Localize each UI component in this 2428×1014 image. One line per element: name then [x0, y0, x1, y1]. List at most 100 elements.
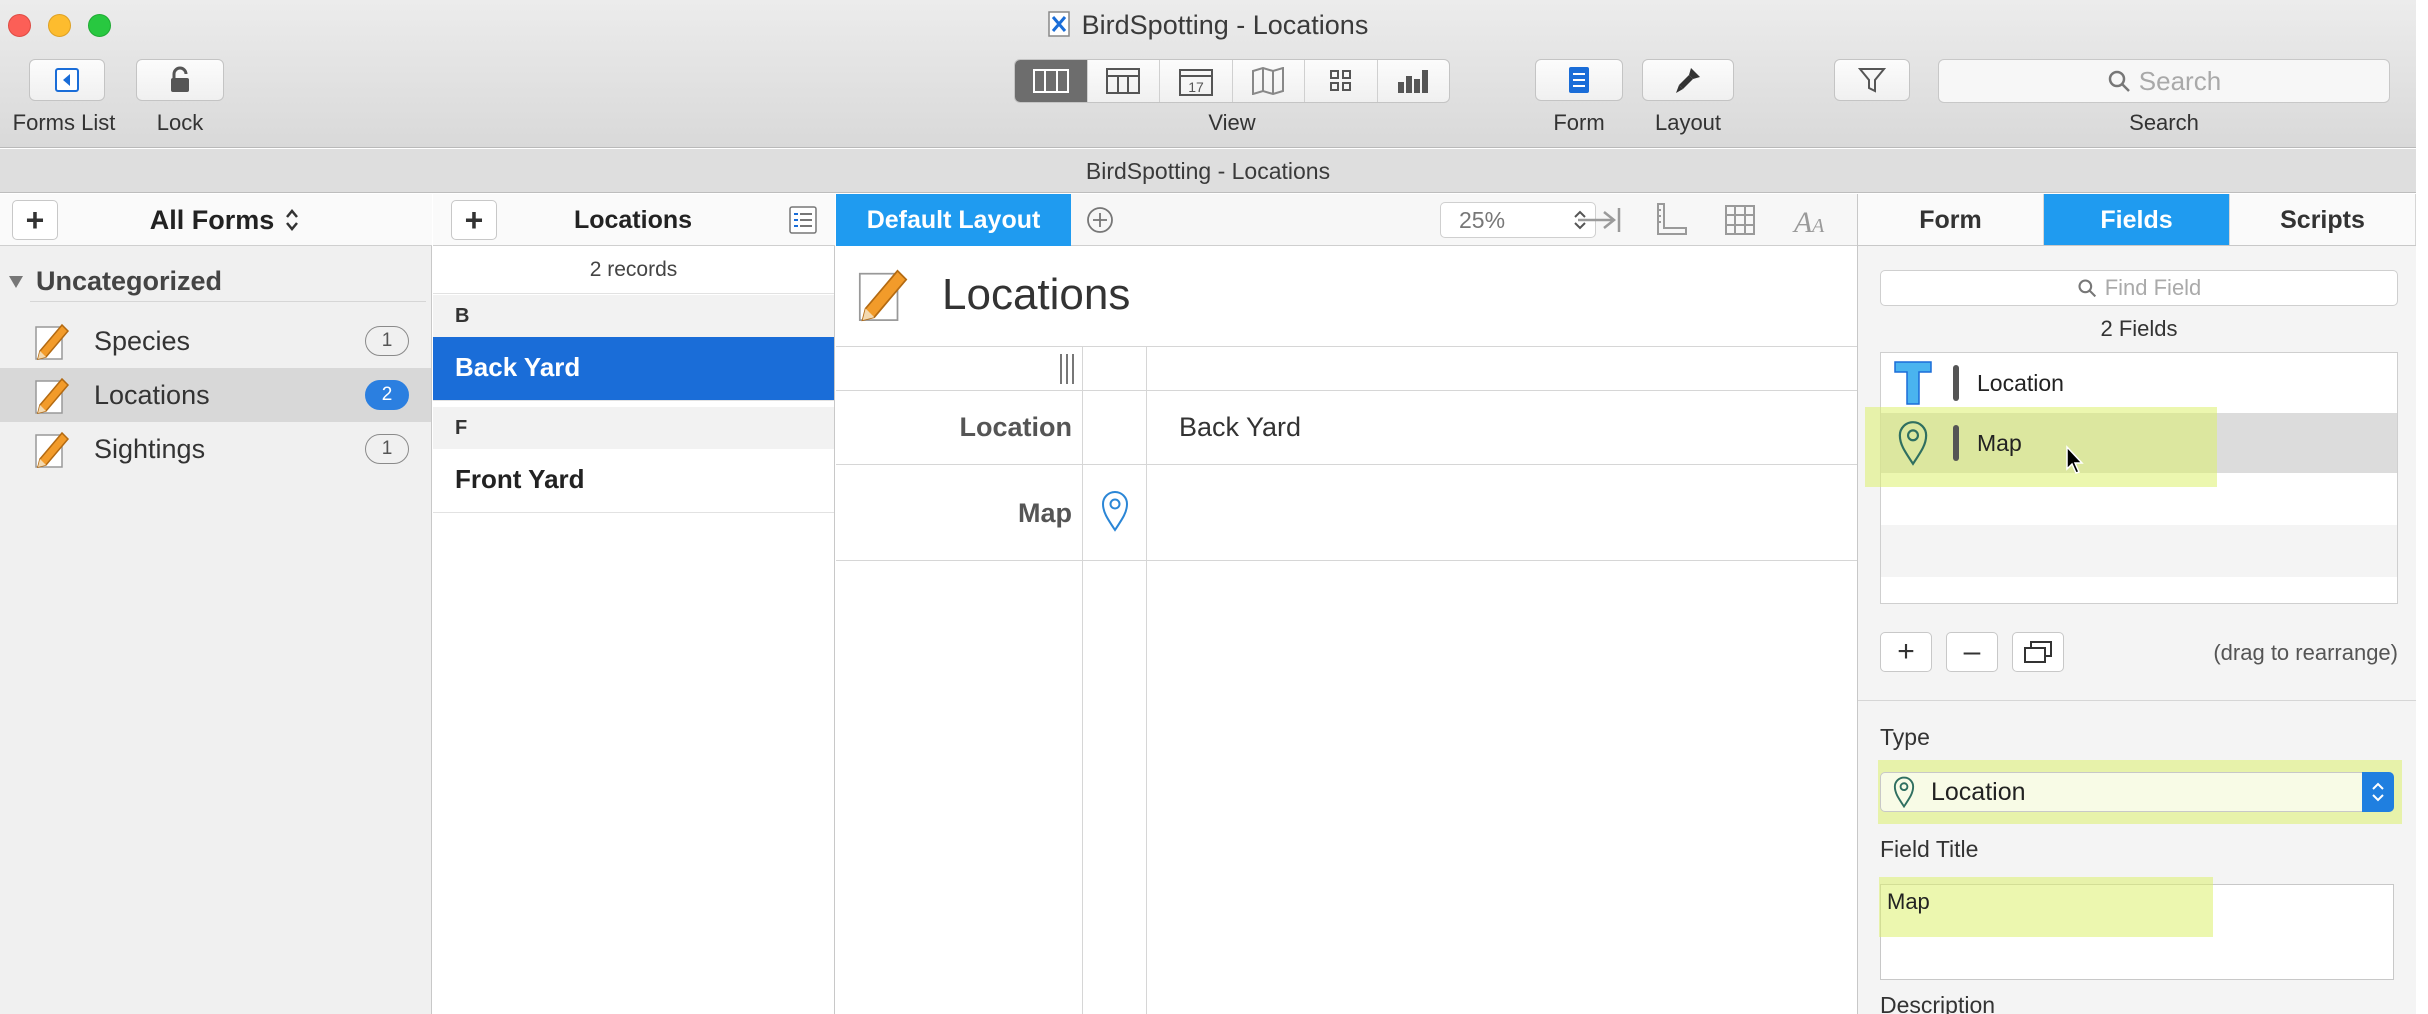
- row-divider: [836, 560, 1857, 561]
- view-chart-button[interactable]: [1378, 60, 1450, 102]
- view-label: View: [1208, 110, 1256, 135]
- fields-count: 2 Fields: [2100, 316, 2178, 341]
- back-arrow-icon: [54, 67, 80, 93]
- font-style-icon[interactable]: AA: [1792, 204, 1830, 236]
- add-form-button[interactable]: +: [12, 200, 58, 240]
- record-count-badge: 2: [365, 380, 409, 410]
- field-row-map[interactable]: Map: [1865, 407, 2397, 487]
- pencil-form-icon: [32, 375, 72, 415]
- field-name: Map: [1977, 429, 2022, 456]
- drag-handle[interactable]: [1953, 365, 1959, 401]
- field-title-input[interactable]: Map: [1879, 877, 2394, 980]
- add-field-button[interactable]: +: [1880, 632, 1932, 672]
- layout-canvas: Default Layout 25% AA Locations Location…: [836, 194, 1857, 1014]
- view-mode-selector: 17: [1014, 59, 1450, 103]
- search-input[interactable]: Search: [1938, 59, 2390, 103]
- field-label-map: Map: [1018, 498, 1072, 528]
- filter-icon: [1858, 66, 1886, 94]
- row-divider: [836, 390, 1857, 391]
- form-title-icon: [854, 264, 912, 324]
- location-pin-icon: [1101, 490, 1129, 532]
- text-field-icon: [1893, 360, 1933, 406]
- document-title-bar: BirdSpotting - Locations: [0, 149, 2416, 193]
- record-count-badge: 1: [365, 326, 409, 356]
- form-icon: [1568, 66, 1590, 94]
- add-record-button[interactable]: +: [451, 200, 497, 240]
- tab-form[interactable]: Form: [1858, 194, 2044, 245]
- lock-label: Lock: [156, 110, 204, 135]
- find-field-placeholder: Find Field: [2104, 275, 2202, 300]
- grid-icon[interactable]: [1724, 204, 1756, 236]
- sidebar-item-label: Species: [94, 325, 191, 356]
- remove-field-button[interactable]: –: [1946, 632, 1998, 672]
- svg-text:17: 17: [1188, 79, 1204, 95]
- view-grid-button[interactable]: [1305, 60, 1378, 102]
- drag-handle[interactable]: [1953, 425, 1959, 461]
- form-button[interactable]: [1535, 59, 1623, 101]
- add-layout-icon[interactable]: [1086, 206, 1114, 234]
- field-label-location: Location: [959, 412, 1073, 442]
- layout-button[interactable]: [1642, 59, 1734, 101]
- grid-icon: [1329, 70, 1352, 92]
- magnifier-icon: [2077, 278, 2097, 298]
- record-count: 2 records: [433, 246, 834, 294]
- svg-text:A: A: [1810, 215, 1825, 236]
- field-value-location[interactable]: Back Yard: [1179, 412, 1301, 443]
- sidebar-item-label: Sightings: [94, 433, 206, 464]
- field-title-value: Map: [1887, 889, 1930, 914]
- filter-button[interactable]: [1834, 59, 1910, 101]
- magnifier-icon: [2107, 69, 2131, 93]
- uncategorized-section[interactable]: Uncategorized: [8, 266, 222, 297]
- records-list: + Locations 2 records B Back Yard F Fron…: [433, 194, 835, 1014]
- chevron-updown-icon: [2362, 772, 2394, 812]
- column-divider: [1146, 346, 1147, 1014]
- view-card-button[interactable]: [1088, 60, 1160, 102]
- sidebar-header: + All Forms: [0, 194, 432, 246]
- tab-fields[interactable]: Fields: [2044, 194, 2230, 245]
- lock-icon: [168, 66, 192, 94]
- tab-scripts[interactable]: Scripts: [2230, 194, 2416, 245]
- all-forms-popup[interactable]: All Forms: [100, 194, 350, 246]
- lock-button[interactable]: [136, 59, 224, 101]
- window-toolbar: BirdSpotting - Locations Forms List Lock…: [0, 0, 2416, 148]
- section-divider: [30, 301, 426, 302]
- tab-order-icon[interactable]: [1576, 204, 1622, 236]
- field-type-select[interactable]: Location: [1880, 772, 2394, 812]
- column-resize-handle[interactable]: [1058, 352, 1076, 386]
- records-header: + Locations: [433, 194, 835, 246]
- duplicate-icon: [2023, 640, 2053, 664]
- document-icon: [1047, 11, 1070, 37]
- ruler-icon[interactable]: [1654, 202, 1688, 236]
- column-divider: [1082, 346, 1083, 1014]
- disclosure-triangle-icon: [8, 275, 24, 289]
- field-row-location[interactable]: Location: [1881, 353, 2397, 413]
- tab-default-layout[interactable]: Default Layout: [836, 194, 1071, 246]
- paintbrush-icon: [1673, 65, 1703, 95]
- sidebar-item-locations[interactable]: Locations 2: [0, 368, 431, 422]
- record-row-front-yard[interactable]: Front Yard: [433, 449, 834, 513]
- record-list-options-icon[interactable]: [789, 206, 817, 234]
- view-map-button[interactable]: [1233, 60, 1305, 102]
- record-row-back-yard[interactable]: Back Yard: [433, 337, 834, 401]
- duplicate-field-button[interactable]: [2012, 632, 2064, 672]
- svg-text:A: A: [1792, 206, 1813, 236]
- field-value-map[interactable]: [1147, 465, 1857, 560]
- sidebar-item-label: Locations: [94, 379, 210, 410]
- field-type-value: Location: [1931, 777, 2026, 806]
- view-columns-button[interactable]: [1015, 60, 1088, 102]
- description-label: Description: [1880, 992, 1996, 1014]
- forms-list-button[interactable]: [29, 59, 105, 101]
- view-calendar-button[interactable]: 17: [1160, 60, 1233, 102]
- field-name: Location: [1977, 369, 2064, 396]
- pencil-form-icon: [32, 429, 72, 469]
- forms-sidebar: + All Forms Uncategorized Species 1 Loca…: [0, 194, 432, 1014]
- sidebar-item-sightings[interactable]: Sightings 1: [0, 422, 431, 476]
- find-field-input[interactable]: Find Field: [1880, 270, 2398, 306]
- fields-list: Location Map: [1865, 352, 2398, 604]
- map-icon: [1252, 67, 1285, 95]
- form-label: Form: [1553, 110, 1605, 135]
- columns-icon: [1032, 69, 1069, 93]
- zoom-stepper[interactable]: 25%: [1440, 202, 1596, 238]
- sidebar-item-species[interactable]: Species 1: [0, 314, 431, 368]
- layout-label: Layout: [1654, 110, 1722, 135]
